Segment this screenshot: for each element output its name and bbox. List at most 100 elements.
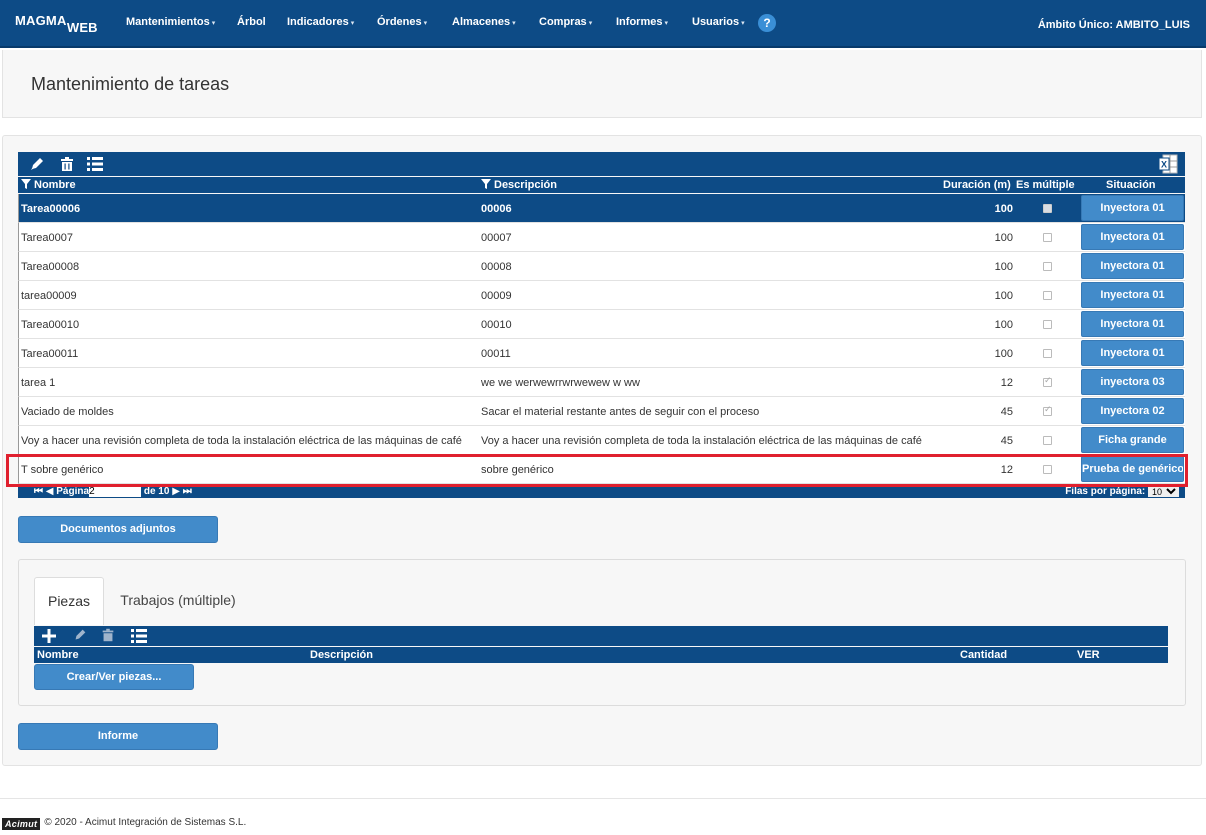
pager-left: ⏮ ◀ Página de 10 ▶ ⏭ bbox=[34, 487, 192, 497]
cell-nombre: T sobre genérico bbox=[21, 464, 104, 476]
trash-icon[interactable] bbox=[58, 155, 76, 173]
nav-ordenes[interactable]: Órdenes ▾ bbox=[377, 16, 427, 28]
filter-icon[interactable] bbox=[21, 179, 31, 189]
plus-icon[interactable] bbox=[40, 627, 58, 645]
table-row[interactable]: Tarea00006 00006 100 Inyectora 01 bbox=[18, 194, 1185, 223]
column-label: Nombre bbox=[34, 179, 76, 191]
table-row[interactable]: tarea 1 we we werwewrrwrwewew w ww 12 in… bbox=[18, 368, 1185, 397]
informe-button[interactable]: Informe bbox=[18, 723, 218, 750]
situacion-button[interactable]: Inyectora 02 bbox=[1081, 398, 1184, 424]
list-icon[interactable] bbox=[86, 155, 104, 173]
cell-descripcion: 00011 bbox=[481, 348, 511, 360]
multiple-checkbox[interactable] bbox=[1043, 349, 1052, 358]
acimut-logo: Acimut bbox=[2, 818, 41, 830]
table-row[interactable]: Tarea0007 00007 100 Inyectora 01 bbox=[18, 223, 1185, 252]
nav-informes[interactable]: Informes ▾ bbox=[616, 16, 668, 28]
cell-nombre: Voy a hacer una revisión completa de tod… bbox=[21, 435, 462, 447]
table-row[interactable]: Voy a hacer una revisión completa de tod… bbox=[18, 426, 1185, 455]
multiple-checkbox[interactable] bbox=[1043, 436, 1052, 445]
documentos-adjuntos-button[interactable]: Documentos adjuntos bbox=[18, 516, 218, 543]
first-page-icon[interactable]: ⏮ bbox=[34, 487, 43, 497]
logo-sub-text: WEB bbox=[66, 20, 98, 35]
cell-nombre: Tarea00011 bbox=[21, 348, 79, 360]
edit-icon[interactable] bbox=[72, 627, 90, 645]
app-logo[interactable]: MAGMAWEB bbox=[15, 13, 98, 35]
tab-trabajos[interactable]: Trabajos (múltiple) bbox=[110, 577, 246, 625]
column-header-situacion[interactable]: Situación bbox=[1106, 179, 1156, 191]
multiple-checkbox[interactable] bbox=[1043, 465, 1052, 474]
table-row[interactable]: tarea00009 00009 100 Inyectora 01 bbox=[18, 281, 1185, 310]
table-row[interactable]: Tarea00008 00008 100 Inyectora 01 bbox=[18, 252, 1185, 281]
column-header-cantidad[interactable]: Cantidad bbox=[960, 649, 1007, 661]
column-header-descripcion[interactable]: Descripción bbox=[481, 179, 557, 191]
filter-icon[interactable] bbox=[481, 179, 491, 189]
cell-descripcion: Voy a hacer una revisión completa de tod… bbox=[481, 435, 922, 447]
multiple-checkbox[interactable] bbox=[1043, 375, 1052, 387]
footer: Acimut © 2020 - Acimut Integración de Sis… bbox=[2, 817, 246, 830]
cell-descripcion: 00006 bbox=[481, 203, 512, 215]
multiple-checkbox[interactable] bbox=[1043, 320, 1052, 329]
situacion-button[interactable]: Inyectora 01 bbox=[1081, 224, 1184, 250]
grid-toolbar: X bbox=[18, 152, 1185, 176]
table-row[interactable]: T sobre genérico sobre genérico 12 Prueb… bbox=[18, 455, 1185, 484]
situacion-button[interactable]: Inyectora 01 bbox=[1081, 282, 1184, 308]
column-header-ver[interactable]: VER bbox=[1077, 649, 1100, 661]
situacion-button[interactable]: Inyectora 01 bbox=[1081, 340, 1184, 366]
page-label: Página bbox=[56, 487, 90, 497]
edit-icon[interactable] bbox=[28, 155, 46, 173]
cell-duracion: 45 bbox=[1000, 435, 1013, 447]
last-page-icon[interactable]: ⏭ bbox=[183, 487, 192, 497]
prev-page-icon[interactable]: ◀ bbox=[46, 487, 54, 497]
situacion-button[interactable]: Prueba de genérico bbox=[1081, 456, 1184, 482]
cell-nombre: Tarea00008 bbox=[21, 261, 80, 273]
help-icon[interactable]: ? bbox=[758, 14, 776, 32]
multiple-checkbox[interactable] bbox=[1043, 262, 1052, 271]
column-header-nombre[interactable]: Nombre bbox=[37, 649, 79, 661]
nav-mantenimientos[interactable]: Mantenimientos ▾ bbox=[126, 16, 215, 28]
tab-piezas[interactable]: Piezas bbox=[34, 577, 104, 625]
table-row[interactable]: Vaciado de moldes Sacar el material rest… bbox=[18, 397, 1185, 426]
rows-per-page-select[interactable]: 10 bbox=[1148, 487, 1179, 497]
nav-almacenes[interactable]: Almacenes ▾ bbox=[452, 16, 516, 28]
situacion-button[interactable]: Inyectora 01 bbox=[1081, 195, 1184, 221]
trash-icon[interactable] bbox=[100, 627, 118, 645]
title-panel: Mantenimiento de tareas bbox=[2, 50, 1202, 118]
next-page-icon[interactable]: ▶ bbox=[172, 487, 180, 497]
caret-down-icon: ▾ bbox=[588, 20, 593, 27]
excel-icon[interactable]: X bbox=[1158, 154, 1178, 174]
crear-ver-piezas-button[interactable]: Crear/Ver piezas... bbox=[34, 664, 194, 690]
nav-arbol[interactable]: Árbol bbox=[237, 16, 266, 28]
grid-pager: ⏮ ◀ Página de 10 ▶ ⏭ Filas por página: 1… bbox=[18, 487, 1185, 498]
multiple-checkbox[interactable] bbox=[1043, 204, 1052, 213]
page-input[interactable] bbox=[89, 487, 142, 497]
column-header-nombre[interactable]: Nombre bbox=[21, 179, 76, 191]
nav-indicadores[interactable]: Indicadores ▾ bbox=[287, 16, 354, 28]
cell-duracion: 100 bbox=[994, 290, 1013, 302]
column-label: Descripción bbox=[494, 179, 557, 191]
situacion-button[interactable]: Inyectora 01 bbox=[1081, 311, 1184, 337]
multiple-checkbox[interactable] bbox=[1043, 291, 1052, 300]
situacion-button[interactable]: Inyectora 01 bbox=[1081, 253, 1184, 279]
situacion-button[interactable]: inyectora 03 bbox=[1081, 369, 1184, 395]
multiple-checkbox[interactable] bbox=[1043, 233, 1052, 242]
nav-compras[interactable]: Compras ▾ bbox=[539, 16, 592, 28]
list-icon[interactable] bbox=[130, 627, 148, 645]
multiple-checkbox[interactable] bbox=[1043, 404, 1052, 416]
cell-nombre: Tarea00010 bbox=[21, 319, 80, 331]
page-count: de 10 bbox=[143, 487, 170, 497]
column-header-multiple[interactable]: Es múltiple bbox=[1016, 179, 1075, 191]
column-header-descripcion[interactable]: Descripción bbox=[310, 649, 373, 661]
cell-descripcion: 00008 bbox=[481, 261, 512, 273]
situacion-button[interactable]: Ficha grande bbox=[1081, 427, 1184, 453]
nav-label: Órdenes bbox=[377, 16, 422, 28]
top-navbar: MAGMAWEB Mantenimientos ▾ Árbol Indicador… bbox=[0, 0, 1206, 48]
nav-usuarios[interactable]: Usuarios ▾ bbox=[692, 16, 745, 28]
cell-duracion: 100 bbox=[994, 203, 1013, 215]
table-row[interactable]: Tarea00011 00011 100 Inyectora 01 bbox=[18, 339, 1185, 368]
nav-label: Árbol bbox=[237, 16, 266, 28]
column-header-duracion[interactable]: Duración (m) bbox=[943, 179, 1011, 191]
nav-label: Mantenimientos bbox=[126, 16, 210, 28]
table-row[interactable]: Tarea00010 00010 100 Inyectora 01 bbox=[18, 310, 1185, 339]
cell-descripcion: 00009 bbox=[481, 290, 512, 302]
cell-nombre: Tarea0007 bbox=[21, 232, 73, 244]
